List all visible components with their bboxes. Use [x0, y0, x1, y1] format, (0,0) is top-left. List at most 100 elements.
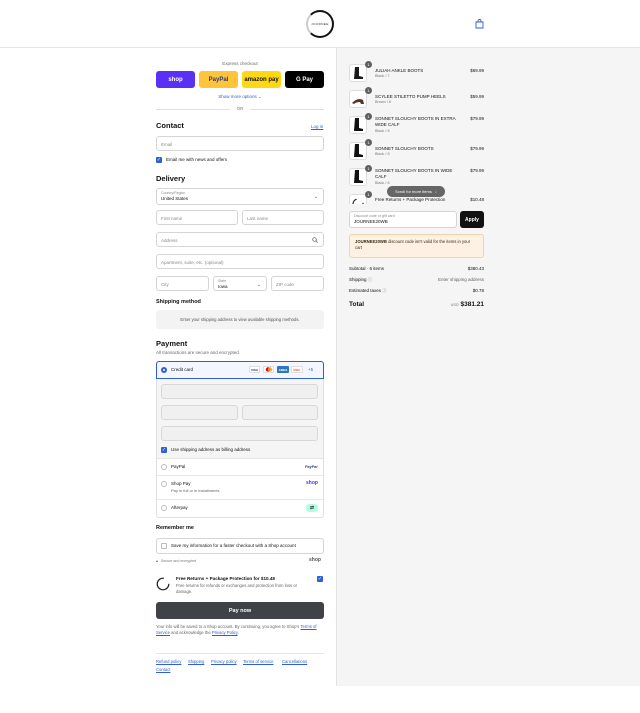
- city-field[interactable]: City: [156, 276, 209, 291]
- qty-badge: 1: [365, 113, 372, 120]
- shop-pay-button[interactable]: shop: [156, 71, 195, 88]
- lock-icon: 🔒︎: [156, 559, 158, 563]
- header: JOURNEE: [0, 0, 640, 48]
- scroll-for-more-pill[interactable]: Scroll for more items ↓: [387, 186, 445, 197]
- shoppay-radio[interactable]: [161, 481, 167, 487]
- delivery-title: Delivery: [156, 174, 186, 183]
- afterpay-label: Afterpay: [171, 505, 188, 510]
- terms-of-service-link[interactable]: Terms of service: [243, 659, 273, 664]
- credit-card-radio[interactable]: [161, 367, 167, 373]
- discount-code-field[interactable]: Discount code or gift card JOURNEE20WB: [349, 211, 457, 228]
- shipping-method-title: Shipping method: [156, 299, 201, 305]
- paypal-radio[interactable]: [161, 464, 167, 470]
- protection-icon: [156, 577, 170, 591]
- shop-logo-icon: shop: [309, 557, 321, 563]
- item-name: SONNET SLOUCHY BOOTS IN WIDE CALF: [375, 168, 453, 179]
- contact-title: Contact: [156, 121, 184, 130]
- qty-badge: 1: [365, 191, 372, 198]
- item-variant: Brown / 6: [375, 100, 392, 104]
- store-logo[interactable]: JOURNEE: [306, 10, 334, 38]
- apply-button[interactable]: Apply: [460, 211, 484, 228]
- paypal-button[interactable]: PayPal: [199, 71, 238, 88]
- cancellations-link[interactable]: Cancellations: [282, 659, 307, 664]
- expiration-field[interactable]: [161, 405, 238, 420]
- news-checkbox[interactable]: ✓: [156, 157, 162, 163]
- amazon-pay-button[interactable]: amazon pay: [242, 71, 281, 88]
- qty-badge: 1: [365, 61, 372, 68]
- taxes-value: $0.78: [472, 288, 484, 293]
- help-icon[interactable]: ⓘ: [382, 288, 387, 293]
- item-price: $79.99: [470, 116, 484, 121]
- first-name-field[interactable]: First name: [156, 210, 238, 225]
- chevron-down-icon: ⌄: [256, 282, 261, 288]
- contact-link[interactable]: Contact: [156, 667, 170, 672]
- country-select[interactable]: Country/Region United States ⌄: [156, 188, 324, 205]
- or-divider: OR: [156, 106, 324, 112]
- email-field[interactable]: Email: [156, 136, 324, 151]
- subtotal-row: Subtotal · 6 items $380.43: [349, 266, 484, 271]
- credit-card-label: Credit card: [171, 367, 194, 372]
- item-thumbnail: [349, 64, 367, 82]
- shoppay-logo-icon: shop: [306, 480, 318, 486]
- address-field[interactable]: Address: [156, 232, 324, 247]
- total-row: Total USD $381.21: [349, 301, 484, 308]
- card-number-field[interactable]: [161, 384, 318, 399]
- login-link[interactable]: Log in: [311, 124, 323, 129]
- divider: [157, 475, 323, 476]
- shipping-value: Enter shipping address: [437, 277, 484, 282]
- legal-text: Your info will be saved to a Shop accoun…: [156, 624, 324, 636]
- help-icon[interactable]: ⓘ: [368, 277, 373, 282]
- afterpay-radio[interactable]: [161, 505, 167, 511]
- country-label: Country/Region: [161, 191, 186, 195]
- item-variant: Black / 6: [375, 181, 390, 185]
- privacy-policy-link[interactable]: Privacy policy: [211, 659, 237, 664]
- protection-desc: Free returns for refunds or exchanges an…: [176, 583, 298, 594]
- shipping-label: Shipping: [349, 277, 367, 282]
- item-name: Free Returns + Package Protection: [375, 197, 446, 202]
- item-price: $69.99: [470, 68, 484, 73]
- item-variant: Black / 6: [375, 129, 390, 133]
- news-label: Email me with news and offers: [166, 157, 227, 162]
- divider: [157, 499, 323, 500]
- google-pay-button[interactable]: G Pay: [285, 71, 324, 88]
- paypal-logo-icon: PayPal: [305, 465, 318, 469]
- paypal-label: PayPal: [171, 464, 186, 469]
- remember-title: Remember me: [156, 525, 194, 531]
- total-value: $381.21: [460, 301, 485, 308]
- shoppay-sub: Pay in full or in installments: [171, 488, 220, 493]
- footer-divider: [156, 653, 324, 654]
- apartment-field[interactable]: Apartment, suite, etc. (optional): [156, 254, 324, 269]
- payment-subtitle: All transactions are secure and encrypte…: [156, 350, 241, 355]
- error-code: JOURNEE20WB: [355, 239, 387, 244]
- express-checkout-label: Express checkout: [222, 61, 258, 66]
- last-name-field[interactable]: Last name: [242, 210, 324, 225]
- qty-badge: 1: [365, 87, 372, 94]
- chevron-down-icon: ⌄: [313, 194, 318, 200]
- privacy-link[interactable]: Privacy Policy: [212, 630, 238, 635]
- pay-now-button[interactable]: Pay now: [156, 602, 324, 619]
- shopping-bag-icon[interactable]: [475, 19, 484, 29]
- shipping-row: Shipping ⓘ Enter shipping address: [349, 277, 484, 283]
- taxes-label: Estimated taxes: [349, 288, 382, 293]
- state-select[interactable]: State Iowa ⌄: [213, 276, 267, 291]
- show-more-options-link[interactable]: Show more options ⌄: [156, 94, 324, 100]
- protection-checkbox[interactable]: ✓: [317, 576, 323, 582]
- billing-same-checkbox[interactable]: ✓: [161, 447, 167, 453]
- shipping-link[interactable]: Shipping: [188, 659, 204, 664]
- shoppay-label: Shop Pay: [171, 481, 191, 486]
- security-code-field[interactable]: [242, 405, 318, 420]
- remember-checkbox[interactable]: [161, 543, 167, 549]
- qty-badge: 1: [365, 139, 372, 146]
- zip-field[interactable]: ZIP code: [271, 276, 324, 291]
- refund-policy-link[interactable]: Refund policy: [156, 659, 181, 664]
- subtotal-label: Subtotal · 6 items: [349, 266, 385, 271]
- arrow-down-icon: ↓: [434, 189, 437, 194]
- discount-label: Discount code or gift card: [354, 214, 395, 218]
- remember-label: Save my information for a faster checkou…: [171, 543, 296, 548]
- search-icon: [312, 237, 318, 243]
- afterpay-logo-icon: ⇄: [306, 504, 318, 512]
- discount-value: JOURNEE20WB: [354, 219, 388, 224]
- discount-error: JOURNEE20WB discount code isn't valid fo…: [349, 234, 484, 258]
- item-thumbnail: [349, 168, 367, 186]
- name-on-card-field[interactable]: [161, 426, 318, 441]
